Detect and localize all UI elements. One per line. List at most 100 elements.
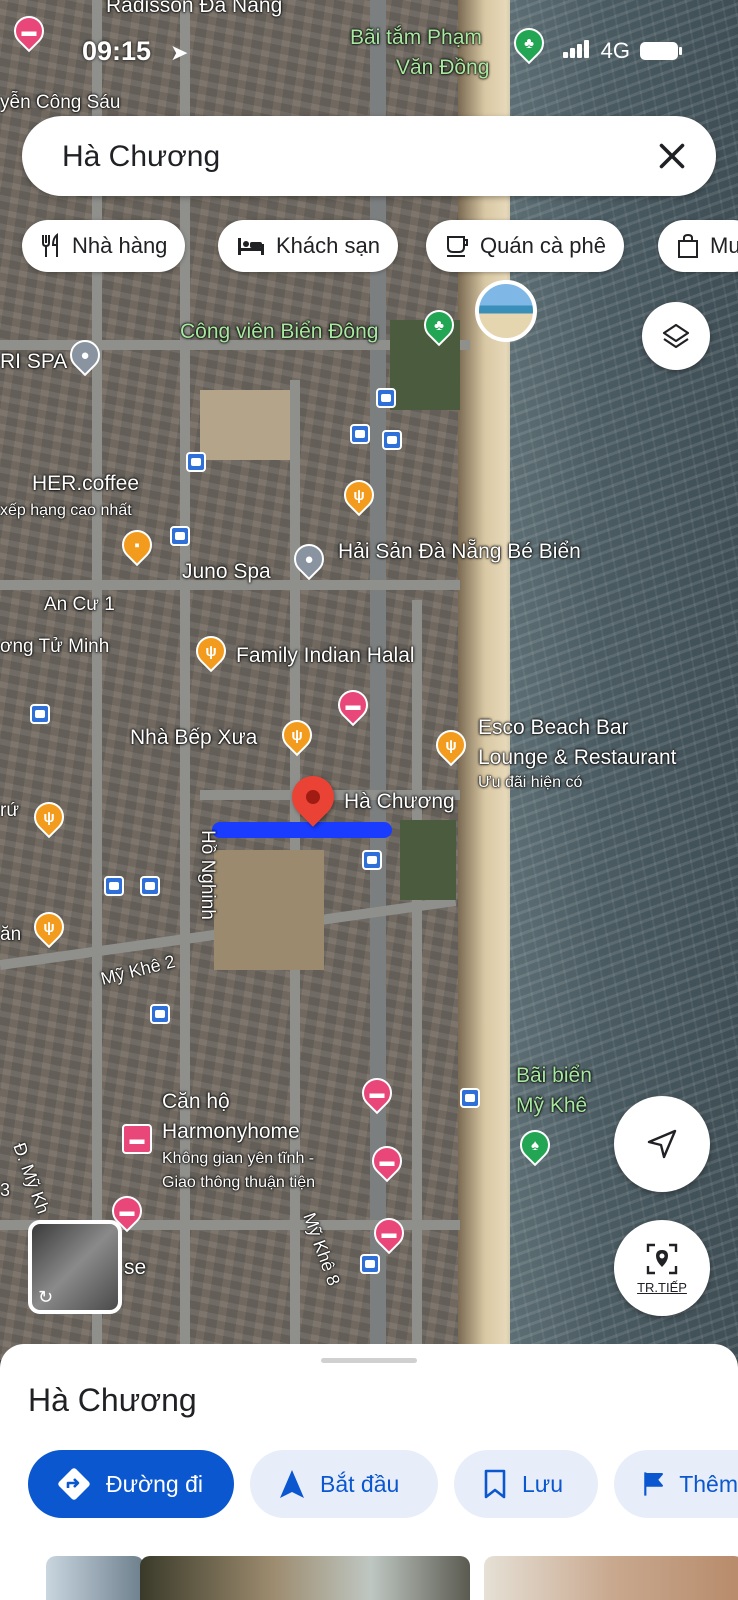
chip-label: Mu xyxy=(710,233,738,258)
bus-stop-icon[interactable] xyxy=(104,876,124,896)
layers-button[interactable] xyxy=(642,302,710,370)
road xyxy=(412,600,422,1360)
cafe-pin-icon[interactable]: ▪ xyxy=(115,523,159,567)
photo-thumbnail[interactable] xyxy=(46,1556,144,1600)
map-label: 3 xyxy=(0,1180,11,1200)
map-label: Ưu đãi hiện có xyxy=(478,774,583,791)
map-label[interactable]: RI SPA xyxy=(0,350,67,374)
map-label[interactable]: Bãi tắm Phạm xyxy=(350,26,482,50)
place-bottom-sheet[interactable]: Hà Chương Đường đi Bắt đầu Lưu Thêm xyxy=(0,1344,738,1600)
directions-label: Đường đi xyxy=(106,1470,203,1497)
map-label[interactable]: Văn Đồng xyxy=(396,56,489,80)
bus-stop-icon[interactable] xyxy=(30,704,50,724)
map-label: Hồ Nghinh xyxy=(197,830,218,920)
chip-hotels[interactable]: Khách sạn xyxy=(218,220,398,272)
save-button[interactable]: Lưu xyxy=(454,1450,598,1518)
empty-lot xyxy=(214,850,324,970)
map-label[interactable]: Căn hộ xyxy=(162,1090,230,1114)
status-time: 09:15 xyxy=(82,36,152,66)
map-label: Đ. Mỹ Kh xyxy=(9,1140,54,1217)
restaurant-pin-icon[interactable]: ψ xyxy=(189,629,233,673)
directions-button[interactable]: Đường đi xyxy=(28,1450,234,1518)
photo-pin[interactable] xyxy=(475,280,537,342)
bookmark-icon xyxy=(484,1469,506,1499)
flag-icon xyxy=(644,1472,663,1496)
restaurant-pin-icon[interactable]: ψ xyxy=(275,713,319,757)
map-label[interactable]: HER.coffee xyxy=(32,472,139,496)
search-bar[interactable]: Hà Chương xyxy=(22,116,716,196)
coffee-icon xyxy=(447,236,468,257)
chip-label: Khách sạn xyxy=(276,233,380,258)
more-button[interactable]: Thêm xyxy=(614,1450,738,1518)
status-indicators: 4G xyxy=(562,38,682,64)
restaurant-pin-icon[interactable]: ψ xyxy=(27,905,71,949)
street-view-button[interactable]: TR.TIẾP xyxy=(614,1220,710,1316)
map-label[interactable]: Bãi biển xyxy=(516,1064,592,1088)
map-label[interactable]: Lounge & Restaurant xyxy=(478,746,676,770)
bus-stop-icon[interactable] xyxy=(186,452,206,472)
bus-stop-icon[interactable] xyxy=(362,850,382,870)
street-view-label: TR.TIẾP xyxy=(637,1279,687,1295)
map-label[interactable]: Radisson Đà Nẵng xyxy=(106,0,282,18)
beach-sand xyxy=(458,0,518,1360)
save-label: Lưu xyxy=(522,1470,563,1497)
hotel-pin-icon[interactable]: ▬ xyxy=(331,683,375,727)
bus-stop-icon[interactable] xyxy=(150,1004,170,1024)
bus-stop-icon[interactable] xyxy=(376,388,396,408)
map-label: An Cư 1 xyxy=(44,594,115,615)
map-label: Giao thông thuận tiện xyxy=(162,1174,316,1191)
map-label[interactable]: Mỹ Khê xyxy=(516,1094,587,1118)
hotel-pin-icon[interactable]: ▬ xyxy=(355,1071,399,1115)
place-title: Hà Chương xyxy=(28,1382,197,1418)
map-label[interactable]: Công viên Biển Đông xyxy=(180,320,378,344)
chip-coffee[interactable]: Quán cà phê xyxy=(426,220,624,272)
bus-stop-icon[interactable] xyxy=(350,424,370,444)
bus-stop-icon[interactable] xyxy=(170,526,190,546)
photo-strip[interactable] xyxy=(40,1556,738,1600)
start-button[interactable]: Bắt đầu xyxy=(250,1450,438,1518)
map-label[interactable]: se xyxy=(124,1256,146,1280)
hotel-pin-icon[interactable]: ▬ xyxy=(7,9,51,53)
map-label[interactable]: yễn Công Sáu xyxy=(0,92,120,114)
layers-icon xyxy=(662,323,690,349)
map-label[interactable]: Nhà Bếp Xưa xyxy=(130,726,257,750)
photo-thumbnail[interactable] xyxy=(140,1556,470,1600)
empty-lot xyxy=(200,390,290,460)
my-location-button[interactable] xyxy=(614,1096,710,1192)
chip-restaurants[interactable]: Nhà hàng xyxy=(22,220,186,272)
hotel-square-icon[interactable]: ▬ xyxy=(122,1124,152,1154)
bus-stop-icon[interactable] xyxy=(360,1254,380,1274)
restaurant-pin-icon[interactable]: ψ xyxy=(27,795,71,839)
map-label[interactable]: Esco Beach Bar xyxy=(478,716,629,740)
network-type: 4G xyxy=(600,38,630,63)
map-label[interactable]: Family Indian Halal xyxy=(236,644,415,668)
restaurant-icon xyxy=(42,233,58,257)
chip-label: Quán cà phê xyxy=(480,233,606,258)
signal-icon xyxy=(562,38,591,64)
bus-stop-icon[interactable] xyxy=(460,1088,480,1108)
location-arrow-icon: ➤ xyxy=(170,40,189,65)
directions-icon xyxy=(58,1468,90,1500)
rotate-icon: ↻ xyxy=(38,1287,54,1307)
more-label: Thêm xyxy=(679,1470,738,1497)
sheet-drag-handle[interactable] xyxy=(321,1358,417,1363)
green-area xyxy=(400,820,456,900)
map-label[interactable]: Hà Chương xyxy=(344,790,455,814)
start-label: Bắt đầu xyxy=(320,1470,400,1497)
map-label: rứ xyxy=(0,800,20,821)
map-label[interactable]: Hải Sản Đà Nẵng Bé Biển xyxy=(338,540,581,564)
map-label[interactable]: Juno Spa xyxy=(182,560,271,584)
navigation-arrow-icon xyxy=(647,1129,677,1159)
street-view-thumbnail[interactable]: ↻ xyxy=(28,1220,122,1314)
bus-stop-icon[interactable] xyxy=(382,430,402,450)
map-label[interactable]: Harmonyhome xyxy=(162,1120,300,1144)
map-label: ơng Tử Minh xyxy=(0,636,110,657)
map-label: Mỹ Khê 2 xyxy=(98,951,178,989)
close-icon[interactable] xyxy=(654,138,690,174)
chip-shopping[interactable]: Mu xyxy=(658,220,738,272)
battery-icon xyxy=(640,42,682,60)
location-frame-icon xyxy=(646,1243,678,1274)
photo-thumbnail[interactable] xyxy=(484,1556,738,1600)
search-query[interactable]: Hà Chương xyxy=(62,140,220,174)
bus-stop-icon[interactable] xyxy=(140,876,160,896)
